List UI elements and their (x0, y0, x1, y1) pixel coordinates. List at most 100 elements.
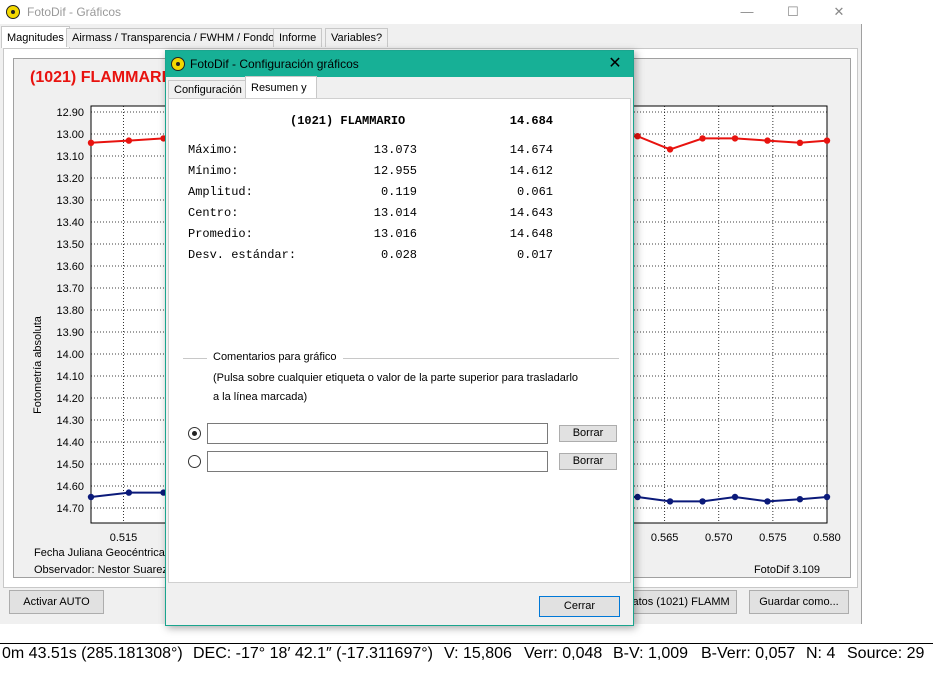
comment-field-2[interactable] (207, 451, 548, 472)
summary-value-col2[interactable]: 14.612 (473, 164, 553, 178)
y-axis-label: Fotometría absoluta (32, 316, 44, 414)
y-tick-label: 14.20 (56, 393, 84, 405)
y-tick-label: 14.00 (56, 349, 84, 361)
summary-value-col2[interactable]: 0.017 (473, 248, 553, 262)
tab-configuracion[interactable]: Configuración (168, 80, 248, 98)
observer-label: Observador: Nestor Suarez- (34, 564, 172, 576)
y-tick-label: 12.90 (56, 107, 84, 119)
status-n: N: 4 (806, 645, 836, 662)
summary-star-name[interactable]: (1021) FLAMMARIO (290, 114, 405, 128)
clear-button-2[interactable]: Borrar (559, 453, 617, 470)
comment-field-1[interactable] (207, 423, 548, 444)
summary-value-col2[interactable]: 0.061 (473, 185, 553, 199)
y-tick-label: 14.70 (56, 503, 84, 515)
data-point (87, 139, 95, 146)
data-point (764, 498, 771, 505)
minimize-button[interactable]: — (724, 0, 770, 24)
data-point (796, 139, 804, 146)
cerrar-button[interactable]: Cerrar (539, 596, 620, 617)
y-tick-label: 13.60 (56, 261, 84, 273)
close-button[interactable]: ✕ (816, 0, 862, 24)
comment-radio-2[interactable] (188, 455, 201, 468)
maximize-button[interactable]: ☐ (770, 0, 816, 24)
data-point (823, 137, 831, 144)
summary-label[interactable]: Centro: (188, 206, 238, 220)
summary-value-col2[interactable]: 14.674 (473, 143, 553, 157)
x-tick-label: 0.580 (813, 532, 841, 544)
dialog-title: FotoDif - Configuración gráficos (190, 57, 359, 71)
summary-value-col1[interactable]: 0.119 (337, 185, 417, 199)
status-bverr: B-Verr: 0,057 (701, 645, 796, 662)
version-label: FotoDif 3.109 (753, 564, 820, 576)
summary-label[interactable]: Máximo: (188, 143, 238, 157)
comments-group-label: Comentarios para gráfico (207, 351, 343, 363)
data-point (823, 493, 831, 501)
status-bar: 0m 43.51s (285.181308°) DEC: -17° 18′ 42… (0, 643, 933, 673)
data-point (125, 489, 133, 496)
status-ra: 0m 43.51s (285.181308°) (2, 645, 183, 662)
y-tick-label: 13.80 (56, 305, 84, 317)
data-point (634, 493, 641, 501)
dialog-close-icon[interactable]: ✕ (603, 53, 627, 75)
y-tick-label: 14.10 (56, 371, 84, 383)
y-tick-label: 13.30 (56, 195, 84, 207)
data-point (666, 498, 674, 505)
comments-hint-line2: a la línea marcada) (213, 391, 308, 403)
y-tick-label: 13.70 (56, 283, 84, 295)
clear-button-1[interactable]: Borrar (559, 425, 617, 442)
main-tabs: Magnitudes Airmass / Transparencia / FWH… (0, 26, 862, 48)
y-tick-label: 13.50 (56, 239, 84, 251)
summary-value-col1[interactable]: 13.073 (337, 143, 417, 157)
tab-variables[interactable]: Variables? (325, 28, 389, 47)
summary-label[interactable]: Mínimo: (188, 164, 238, 178)
summary-value-col1[interactable]: 0.028 (337, 248, 417, 262)
summary-header-value[interactable]: 14.684 (473, 114, 553, 128)
data-point (731, 493, 739, 501)
tab-informe[interactable]: Informe (273, 28, 323, 47)
data-point (699, 498, 706, 505)
julian-date-label: Fecha Juliana Geocéntrica: 2 (34, 547, 178, 559)
y-tick-label: 13.00 (56, 129, 84, 141)
summary-value-col1[interactable]: 13.016 (337, 227, 417, 241)
comment-radio-1[interactable] (188, 427, 201, 440)
status-dec: DEC: -17° 18′ 42.1″ (-17.311697°) (193, 645, 433, 662)
x-tick-label: 0.570 (705, 532, 733, 544)
guardar-como-button[interactable]: Guardar como... (749, 590, 849, 614)
summary-value-col2[interactable]: 14.643 (473, 206, 553, 220)
y-tick-label: 13.90 (56, 327, 84, 339)
main-title-bar: FotoDif - Gráficos — ☐ ✕ (0, 0, 862, 24)
app-icon (6, 5, 20, 19)
data-point (634, 133, 641, 140)
summary-label[interactable]: Amplitud: (188, 185, 253, 199)
y-tick-label: 14.40 (56, 437, 84, 449)
tab-resumen[interactable]: Resumen y comentarios (245, 76, 317, 116)
data-point (796, 496, 804, 503)
status-bv: B-V: 1,009 (613, 645, 689, 662)
tab-magnitudes[interactable]: Magnitudes (1, 26, 70, 48)
tab-airmass[interactable]: Airmass / Transparencia / FWHM / Fondo (66, 28, 281, 47)
status-v: V: 15,806 (444, 645, 512, 662)
comments-hint-line1: (Pulsa sobre cualquier etiqueta o valor … (213, 372, 579, 384)
chart-title: (1021) FLAMMARIO (30, 69, 179, 86)
summary-label[interactable]: Promedio: (188, 227, 253, 241)
summary-value-col1[interactable]: 12.955 (337, 164, 417, 178)
x-tick-label: 0.575 (759, 532, 787, 544)
status-source: Source: 29 (847, 645, 925, 662)
x-tick-label: 0.515 (110, 532, 138, 544)
dialog-title-bar: FotoDif - Configuración gráficos ✕ (166, 51, 633, 77)
y-tick-label: 14.60 (56, 481, 84, 493)
data-point (731, 135, 739, 142)
summary-label[interactable]: Desv. estándar: (188, 248, 296, 262)
main-window-title: FotoDif - Gráficos (27, 5, 122, 19)
y-tick-label: 14.30 (56, 415, 84, 427)
activar-auto-button[interactable]: Activar AUTO (9, 590, 104, 614)
summary-value-col2[interactable]: 14.648 (473, 227, 553, 241)
status-verr: Verr: 0,048 (524, 645, 603, 662)
datos-button[interactable]: datos (1021) FLAMM (620, 590, 737, 614)
config-dialog: FotoDif - Configuración gráficos ✕ Confi… (165, 50, 634, 626)
resumen-page: (1021) FLAMMARIO 14.684 Máximo: 13.073 14.… (168, 98, 631, 583)
dialog-app-icon (171, 57, 185, 71)
y-tick-label: 14.50 (56, 459, 84, 471)
summary-value-col1[interactable]: 13.014 (337, 206, 417, 220)
y-tick-label: 13.40 (56, 217, 84, 229)
